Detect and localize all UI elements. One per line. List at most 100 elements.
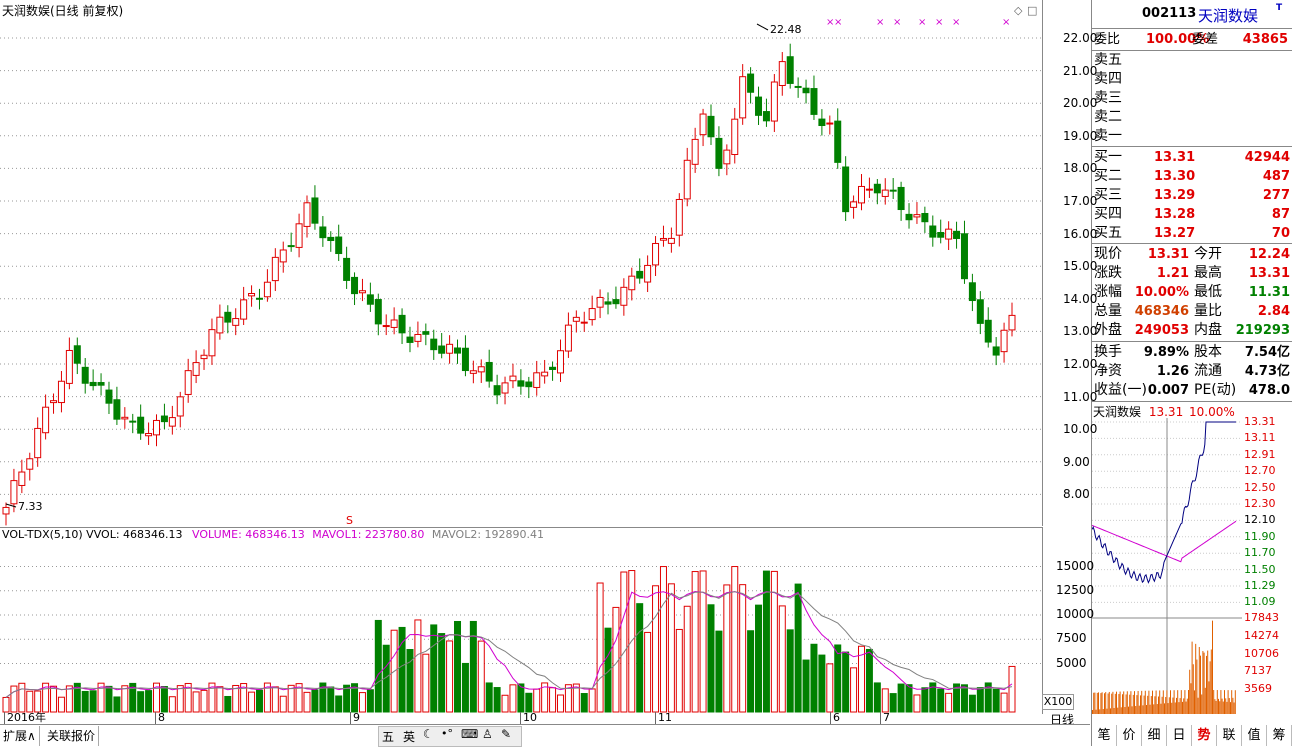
candle-body[interactable] xyxy=(723,149,731,165)
candle-body[interactable] xyxy=(461,347,469,372)
volume-bar[interactable] xyxy=(747,630,755,713)
candle-body[interactable] xyxy=(667,237,675,244)
volume-bar[interactable] xyxy=(715,630,723,713)
candle-body[interactable] xyxy=(10,480,18,505)
candle-body[interactable] xyxy=(477,366,485,373)
kline-svg[interactable]: 22.487.33S× × × × × × × × xyxy=(0,0,1042,527)
candle-body[interactable] xyxy=(438,345,446,354)
moon-icon[interactable]: ☾ xyxy=(423,727,434,741)
price-tick[interactable]: 22.00 xyxy=(1063,31,1097,45)
price-tick[interactable]: 20.00 xyxy=(1063,96,1097,110)
intraday-price-tick[interactable]: 12.10 xyxy=(1244,513,1276,526)
candle-body[interactable] xyxy=(675,198,683,236)
intraday-vol-tick[interactable]: 3569 xyxy=(1244,682,1272,695)
stat-row[interactable]: 现价 13.31 今开 12.24 xyxy=(1094,245,1290,264)
volume-bar[interactable] xyxy=(731,566,739,713)
buy-row[interactable]: 买三 13.29 277 xyxy=(1094,186,1290,205)
volume-bar[interactable] xyxy=(739,584,747,713)
price-tick[interactable]: 11.00 xyxy=(1063,390,1097,404)
volume-bar[interactable] xyxy=(485,682,493,713)
candle-body[interactable] xyxy=(564,324,572,352)
candle-body[interactable] xyxy=(960,233,968,280)
panel-tab[interactable]: 价 xyxy=(1117,725,1142,746)
candle-body[interactable] xyxy=(2,506,10,515)
volume-bar[interactable] xyxy=(477,640,485,713)
date-label[interactable]: 2016年 xyxy=(4,712,46,724)
candle-body[interactable] xyxy=(755,96,763,116)
candle-body[interactable] xyxy=(160,415,168,423)
volume-bar[interactable] xyxy=(707,604,715,713)
ime-english[interactable]: 英 xyxy=(403,728,415,745)
volume-bar[interactable] xyxy=(850,667,858,713)
stat-row[interactable]: 涨幅 10.00% 最低 11.31 xyxy=(1094,283,1290,302)
candle-body[interactable] xyxy=(248,293,256,297)
candle-body[interactable] xyxy=(34,427,42,459)
candle-body[interactable] xyxy=(327,236,335,242)
candle-body[interactable] xyxy=(216,316,224,334)
candle-body[interactable] xyxy=(65,349,73,384)
candle-body[interactable] xyxy=(168,417,176,427)
candle-body[interactable] xyxy=(295,223,303,248)
candle-body[interactable] xyxy=(556,350,564,374)
candle-body[interactable] xyxy=(525,381,533,388)
volume-bar[interactable] xyxy=(873,682,881,713)
stat2-row[interactable]: 净资 1.26 流通 4.73亿 xyxy=(1094,362,1290,381)
candle-body[interactable] xyxy=(279,249,287,263)
candle-body[interactable] xyxy=(351,276,359,295)
intraday-price-tick[interactable]: 11.09 xyxy=(1244,595,1276,608)
candle-body[interactable] xyxy=(509,375,517,382)
volume-bar[interactable] xyxy=(960,684,968,713)
candle-body[interactable] xyxy=(1008,314,1016,331)
volume-tick[interactable]: 10000 xyxy=(1056,607,1094,621)
price-tick[interactable]: 21.00 xyxy=(1063,64,1097,78)
candle-body[interactable] xyxy=(984,319,992,343)
punct-icon[interactable]: •° xyxy=(441,727,453,740)
candle-body[interactable] xyxy=(612,299,620,305)
volume-bar[interactable] xyxy=(556,694,564,713)
price-tick[interactable]: 16.00 xyxy=(1063,227,1097,241)
intraday-price-tick[interactable]: 11.29 xyxy=(1244,579,1276,592)
candle-body[interactable] xyxy=(588,308,596,321)
candle-body[interactable] xyxy=(263,281,271,298)
price-tick[interactable]: 19.00 xyxy=(1063,129,1097,143)
volume-bar[interactable] xyxy=(786,629,794,713)
candle-body[interactable] xyxy=(968,282,976,302)
stat-row[interactable]: 总量 468346 量比 2.84 xyxy=(1094,302,1290,321)
volume-bar[interactable] xyxy=(176,685,184,713)
candle-body[interactable] xyxy=(287,245,295,248)
volume-bar[interactable] xyxy=(976,687,984,713)
candle-body[interactable] xyxy=(493,385,501,396)
volume-bar[interactable] xyxy=(889,693,897,713)
candle-body[interactable] xyxy=(18,471,26,486)
candle-body[interactable] xyxy=(366,294,374,305)
intraday-price-tick[interactable]: 12.91 xyxy=(1244,448,1276,461)
candle-body[interactable] xyxy=(881,189,889,197)
candle-body[interactable] xyxy=(303,202,311,227)
volume-bar[interactable] xyxy=(366,689,374,713)
volume-bar[interactable] xyxy=(374,619,382,713)
candle-body[interactable] xyxy=(517,380,525,387)
candle-body[interactable] xyxy=(137,416,145,434)
volume-bar[interactable] xyxy=(644,631,652,713)
candle-body[interactable] xyxy=(834,120,842,163)
date-label[interactable]: 10 xyxy=(520,712,537,724)
volume-bar[interactable] xyxy=(580,693,588,713)
candle-body[interactable] xyxy=(105,389,113,404)
candle-body[interactable] xyxy=(549,366,557,370)
candle-body[interactable] xyxy=(73,345,81,364)
panel-tab[interactable]: 日 xyxy=(1167,725,1192,746)
buy-row[interactable]: 买五 13.27 70 xyxy=(1094,224,1290,243)
candle-body[interactable] xyxy=(319,226,327,239)
volume-bar[interactable] xyxy=(248,691,256,713)
intraday-price-tick[interactable]: 11.50 xyxy=(1244,563,1276,576)
candle-body[interactable] xyxy=(580,321,588,324)
volume-bar[interactable] xyxy=(802,659,810,713)
volume-bar[interactable] xyxy=(311,689,319,713)
stat-row[interactable]: 涨跌 1.21 最高 13.31 xyxy=(1094,264,1290,283)
volume-bar[interactable] xyxy=(517,683,525,713)
intraday-price-tick[interactable]: 11.90 xyxy=(1244,530,1276,543)
candle-body[interactable] xyxy=(485,361,493,382)
candle-body[interactable] xyxy=(865,188,873,191)
candle-body[interactable] xyxy=(976,299,984,324)
volume-tick[interactable]: 12500 xyxy=(1056,583,1094,597)
